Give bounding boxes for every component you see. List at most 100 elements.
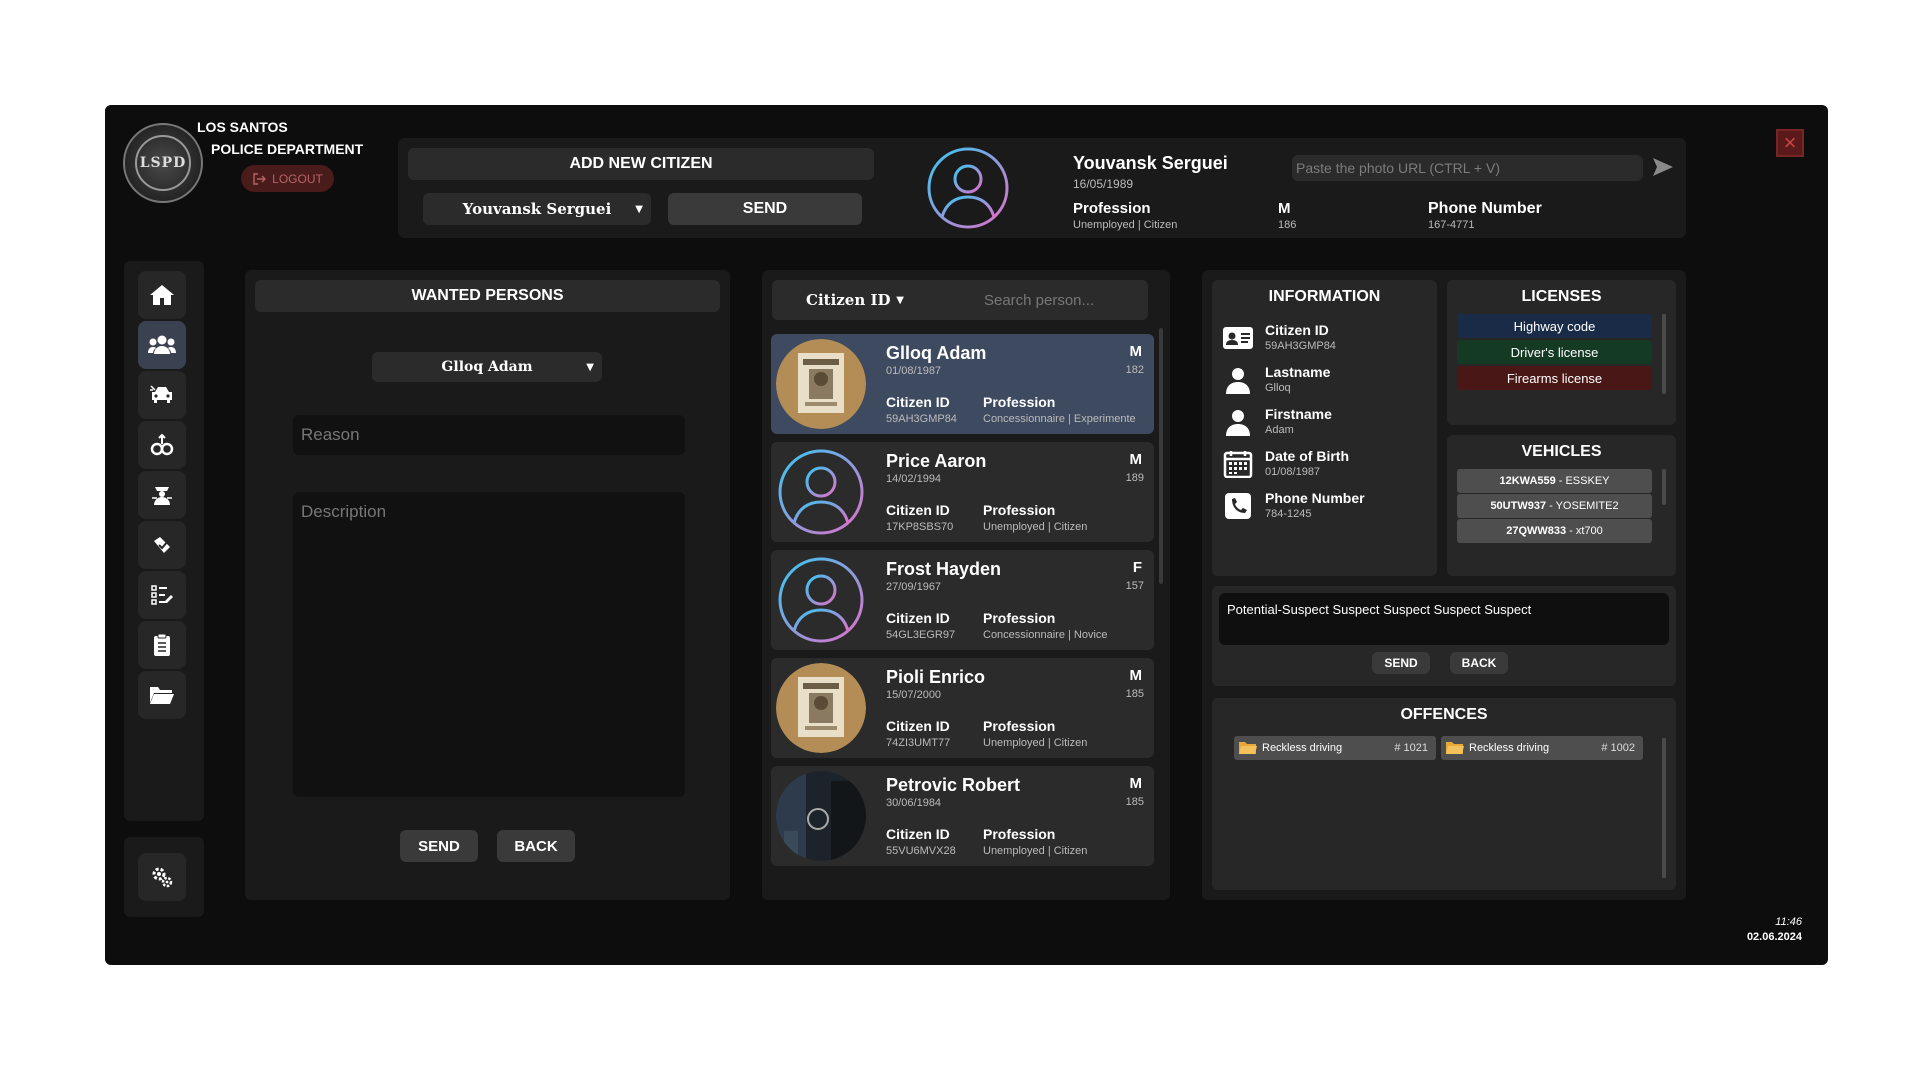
citizen-id-label: Citizen ID	[886, 826, 950, 842]
citizen-card[interactable]: Frost Hayden 27/09/1967 F 157 Citizen ID 54GL…	[771, 550, 1154, 650]
mdt-app: LSPD LOS SANTOS POLICE DEPARTMENT LOGOUT…	[105, 105, 1828, 965]
citizen-card[interactable]: Glloq Adam 01/08/1987 M 182 Citizen ID 59AH3G…	[771, 334, 1154, 434]
vehicle-plate: 50UTW937	[1490, 500, 1547, 512]
profession-value: Unemployed | Citizen	[983, 737, 1088, 749]
citizen-id-label: Citizen ID	[886, 610, 950, 626]
info-label: Date of Birth	[1265, 448, 1349, 464]
vehicle-item[interactable]: 12KWA559- ESSKEY	[1457, 469, 1652, 493]
vehicle-item[interactable]: 27QWW833- xt700	[1457, 519, 1652, 543]
close-icon: ×	[1783, 130, 1797, 155]
citizen-list-panel: Citizen ID ▼ Glloq Adam 01/08/1987 M 182 Cit…	[762, 270, 1170, 900]
wanted-person-select[interactable]: Glloq Adam ▼	[372, 352, 602, 382]
profession-value: Unemployed | Citizen	[983, 521, 1088, 533]
citizen-sex: M	[1129, 343, 1143, 360]
citizen-cards: Glloq Adam 01/08/1987 M 182 Citizen ID 59AH3G…	[771, 334, 1154, 874]
citizen-select-value: Youvansk Serguei	[462, 200, 612, 218]
info-row: Date of Birth 01/08/1987	[1222, 444, 1432, 484]
sidebar-item-files[interactable]	[138, 671, 186, 719]
citizen-id-value: 17KP8SBS70	[886, 521, 954, 533]
citizen-id-label: Citizen ID	[886, 502, 950, 518]
search-input[interactable]	[918, 280, 1148, 320]
sidebar-item-citizens[interactable]	[138, 321, 186, 369]
filter-value: Citizen ID	[806, 291, 891, 309]
note-text[interactable]: Potential-Suspect Suspect Suspect Suspec…	[1219, 593, 1669, 645]
clock-date: 02.06.2024	[1746, 931, 1802, 943]
license-badge[interactable]: Firearms license	[1457, 366, 1652, 390]
citizen-dob: 15/07/2000	[886, 689, 942, 701]
vehicle-model: - ESSKEY	[1558, 475, 1610, 487]
note-back-button[interactable]: BACK	[1450, 652, 1508, 674]
logout-button[interactable]: LOGOUT	[241, 165, 334, 192]
wanted-send-button[interactable]: SEND	[400, 830, 478, 862]
citizen-card[interactable]: Price Aaron 14/02/1994 M 189 Citizen ID 17KP8…	[771, 442, 1154, 542]
citizen-avatar[interactable]	[925, 145, 1011, 231]
wanted-panel: WANTED PERSONS Glloq Adam ▼ SEND BACK	[245, 270, 730, 900]
folder-icon	[150, 687, 174, 704]
information-title: INFORMATION	[1268, 288, 1381, 305]
wanted-title: WANTED PERSONS	[255, 280, 720, 312]
current-profession-label: Profession	[1073, 200, 1151, 217]
street-photo-image	[776, 771, 866, 861]
citizen-sex: F	[1132, 559, 1142, 576]
vehicles-box: VEHICLES 12KWA559- ESSKEY 50UTW937- YOSEM…	[1447, 435, 1676, 576]
citizen-id-label: Citizen ID	[886, 394, 950, 410]
citizen-id-value: 59AH3GMP84	[886, 413, 957, 425]
citizen-id-label: Citizen ID	[886, 718, 950, 734]
info-label: Lastname	[1265, 364, 1331, 380]
citizen-sex: M	[1129, 775, 1143, 792]
dept-title-line2: POLICE DEPARTMENT	[211, 141, 364, 157]
citizen-card[interactable]: Petrovic Robert 30/06/1984 M 185 Citizen ID 5…	[771, 766, 1154, 866]
description-input[interactable]	[293, 492, 685, 797]
vehicles-scrollbar[interactable]	[1662, 469, 1666, 505]
citizen-photo	[776, 339, 866, 429]
citizen-card[interactable]: Pioli Enrico 15/07/2000 M 185 Citizen ID 74ZI…	[771, 658, 1154, 758]
licenses-scrollbar[interactable]	[1662, 314, 1666, 394]
sidebar-item-reports[interactable]	[138, 571, 186, 619]
offences-title: OFFENCES	[1400, 706, 1488, 723]
profession-label: Profession	[983, 394, 1056, 410]
info-value: 59AH3GMP84	[1265, 340, 1336, 352]
photo-url-input[interactable]	[1292, 155, 1643, 181]
wanted-back-button[interactable]: BACK	[497, 830, 575, 862]
offence-label: Reckless driving	[1262, 742, 1343, 754]
citizens-icon	[148, 335, 176, 354]
user-icon	[1226, 410, 1250, 436]
offences-scrollbar[interactable]	[1662, 738, 1666, 878]
offence-item[interactable]: Reckless driving # 1002	[1441, 736, 1643, 760]
send-photo-icon[interactable]	[1651, 155, 1675, 179]
offence-item[interactable]: Reckless driving # 1021	[1234, 736, 1436, 760]
sidebar-item-records[interactable]	[138, 621, 186, 669]
reason-input[interactable]	[293, 415, 685, 455]
settings-button[interactable]	[138, 853, 186, 901]
profession-label: Profession	[983, 502, 1056, 518]
citizen-dob: 27/09/1967	[886, 581, 942, 593]
info-label: Firstname	[1265, 406, 1332, 422]
offence-number: # 1021	[1394, 742, 1428, 754]
vehicle-crash-icon	[150, 385, 172, 403]
current-citizen-name: Youvansk Serguei	[1073, 153, 1228, 173]
citizen-dob: 14/02/1994	[886, 473, 942, 485]
add-citizen-send-button[interactable]: SEND	[668, 193, 862, 225]
citizen-height: 182	[1125, 364, 1144, 376]
sidebar-item-home[interactable]	[138, 271, 186, 319]
officer-icon	[152, 487, 172, 505]
vehicle-item[interactable]: 50UTW937- YOSEMITE2	[1457, 494, 1652, 518]
list-scrollbar[interactable]	[1159, 328, 1163, 584]
license-badge[interactable]: Highway code	[1457, 314, 1652, 338]
close-button[interactable]: ×	[1776, 129, 1804, 157]
license-badge[interactable]: Driver's license	[1457, 340, 1652, 364]
citizen-photo	[776, 555, 866, 645]
citizen-select[interactable]: Youvansk Serguei ▼	[423, 193, 651, 225]
wanted-select-value: Glloq Adam	[441, 359, 533, 375]
sidebar-item-arrests[interactable]	[138, 421, 186, 469]
offence-number: # 1002	[1601, 742, 1635, 754]
sidebar-item-officers[interactable]	[138, 471, 186, 519]
chevron-down-icon: ▼	[635, 203, 643, 215]
citizen-id-value: 74ZI3UMT77	[886, 737, 951, 749]
search-filter-select[interactable]: Citizen ID ▼	[772, 280, 918, 320]
sidebar-item-evidence[interactable]	[138, 521, 186, 569]
offences-box: OFFENCES Reckless driving # 1021 Reckless …	[1212, 698, 1676, 890]
sidebar-item-vehicles[interactable]	[138, 371, 186, 419]
note-send-button[interactable]: SEND	[1372, 652, 1430, 674]
citizen-name: Price Aaron	[886, 451, 987, 471]
